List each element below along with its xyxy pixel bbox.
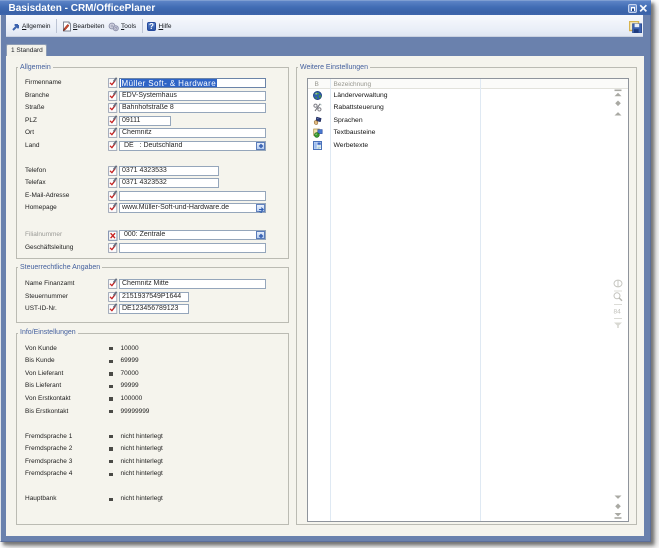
svg-text:84: 84 [614,309,622,316]
